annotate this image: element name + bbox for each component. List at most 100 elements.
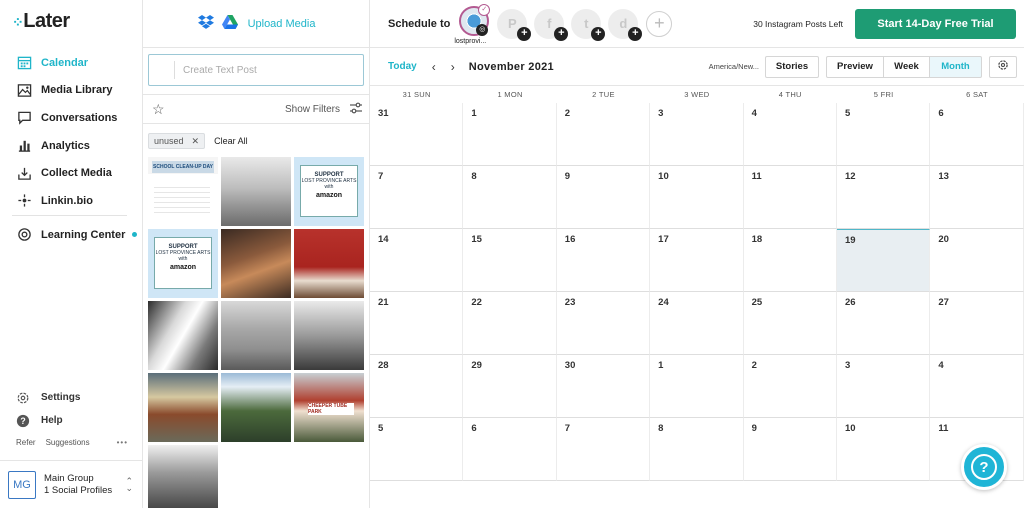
calendar-settings-button[interactable] [989, 55, 1017, 78]
close-icon[interactable]: ✕ [192, 136, 200, 147]
google-drive-icon[interactable] [221, 15, 238, 32]
calendar-day-cell[interactable]: 9 [743, 418, 837, 481]
calendar-day-cell[interactable]: 6 [930, 103, 1024, 166]
calendar-day-cell[interactable]: 9 [556, 166, 651, 229]
star-icon[interactable]: ☆ [152, 101, 165, 118]
sidebar-item-conversations[interactable]: Conversations [0, 104, 143, 132]
calendar-day-cell[interactable]: 3 [836, 355, 931, 418]
help-chat-button[interactable]: ? [961, 444, 1007, 490]
calendar-day-cell[interactable]: 10 [650, 166, 744, 229]
calendar-day-cell[interactable]: 7 [370, 166, 464, 229]
media-thumbnail[interactable] [294, 229, 364, 298]
media-thumbnail[interactable] [221, 373, 291, 442]
calendar-day-cell[interactable]: 31 [370, 103, 464, 166]
calendar-day-cell[interactable]: 17 [650, 229, 744, 292]
pinterest-add-button[interactable]: P + [497, 8, 532, 41]
calendar-day-cell[interactable]: 13 [930, 166, 1024, 229]
calendar-day-cell[interactable]: 25 [743, 292, 837, 355]
calendar-day-cell[interactable]: 29 [463, 355, 557, 418]
chevron-left-icon[interactable]: ‹ [432, 60, 436, 74]
create-text-post-input[interactable]: Create Text Post [148, 54, 364, 86]
suggestions-link[interactable]: Suggestions [46, 438, 90, 447]
calendar-day-cell[interactable]: 30 [556, 355, 651, 418]
calendar-day-cell[interactable]: 6 [463, 418, 557, 481]
calendar-day-cell[interactable]: 2 [556, 103, 651, 166]
calendar-day-cell[interactable]: 7 [556, 418, 651, 481]
media-thumbnail[interactable] [294, 301, 364, 370]
today-button[interactable]: Today [388, 61, 417, 72]
calendar-day-cell[interactable]: 19 [836, 229, 931, 292]
show-filters-button[interactable]: Show Filters [285, 104, 340, 115]
calendar-day-cell[interactable]: 21 [370, 292, 464, 355]
calendar-day-cell[interactable]: 20 [930, 229, 1024, 292]
media-thumbnail[interactable] [148, 445, 218, 508]
active-filters: unused ✕ Clear All [148, 133, 248, 149]
calendar-day-cell[interactable]: 5 [836, 103, 931, 166]
profile-avatar-instagram[interactable]: ✓ ◎ lostprovi... [454, 2, 491, 46]
calendar-day-cell[interactable]: 14 [370, 229, 464, 292]
media-thumbnail[interactable] [148, 373, 218, 442]
calendar-day-cell[interactable]: 16 [556, 229, 651, 292]
week-view-button[interactable]: Week [884, 55, 930, 78]
calendar-day-cell[interactable]: 5 [370, 418, 464, 481]
tiktok-add-button[interactable]: d + [608, 8, 643, 41]
calendar-day-cell[interactable]: 4 [930, 355, 1024, 418]
sidebar-item-analytics[interactable]: Analytics [0, 132, 143, 160]
media-thumbnail[interactable] [221, 301, 291, 370]
sidebar-item-calendar[interactable]: Calendar [0, 49, 143, 77]
sidebar-item-help[interactable]: ? Help [0, 409, 143, 432]
twitter-add-button[interactable]: t + [571, 8, 606, 41]
calendar-day-cell[interactable]: 1 [463, 103, 557, 166]
clear-all-button[interactable]: Clear All [214, 136, 248, 146]
preview-view-button[interactable]: Preview [826, 55, 884, 78]
calendar-day-cell[interactable]: 8 [650, 418, 744, 481]
calendar-day-cell[interactable]: 8 [463, 166, 557, 229]
sliders-icon[interactable] [350, 102, 362, 117]
upload-media-row[interactable]: Upload Media [143, 0, 369, 48]
timezone-selector[interactable]: America/New... [709, 62, 759, 71]
chevron-right-icon[interactable]: › [451, 60, 455, 74]
dropbox-icon[interactable] [197, 15, 214, 32]
sidebar-item-linkin-bio[interactable]: Linkin.bio [0, 187, 143, 215]
stories-button[interactable]: Stories [765, 55, 819, 78]
calendar-day-cell[interactable]: 10 [836, 418, 931, 481]
more-options-button[interactable]: ••• [117, 438, 128, 447]
calendar-day-cell[interactable]: 22 [463, 292, 557, 355]
upload-media-link[interactable]: Upload Media [248, 18, 316, 30]
calendar-day-cell[interactable]: 26 [836, 292, 931, 355]
media-thumbnail[interactable]: SCHOOL CLEAN-UP DAY [148, 157, 218, 226]
media-thumbnail[interactable]: CHEEPER TUBE PARK [294, 373, 364, 442]
sidebar-item-learning-center[interactable]: Learning Center [0, 221, 143, 249]
calendar-day-cell[interactable]: 27 [930, 292, 1024, 355]
calendar-day-cell[interactable]: 3 [650, 103, 744, 166]
calendar-day-cell[interactable]: 18 [743, 229, 837, 292]
media-thumbnail[interactable]: SUPPORT LOST PROVINCE ARTS with amazon [148, 229, 218, 298]
group-switcher[interactable]: MG Main Group 1 Social Profiles ⌃ ⌄ [0, 460, 143, 508]
media-thumbnail[interactable] [221, 157, 291, 226]
filter-tag-label: unused [154, 136, 184, 146]
media-thumbnail[interactable]: SUPPORT LOST PROVINCE ARTS with amazon [294, 157, 364, 226]
calendar-day-cell[interactable]: 24 [650, 292, 744, 355]
sidebar-item-media-library[interactable]: Media Library [0, 77, 143, 105]
filter-tag[interactable]: unused ✕ [148, 133, 206, 149]
later-logo[interactable]: ⁘Later [12, 10, 70, 33]
media-thumbnail[interactable] [148, 301, 218, 370]
calendar-day-cell[interactable]: 2 [743, 355, 837, 418]
sidebar-item-collect-media[interactable]: Collect Media [0, 159, 143, 187]
month-view-button[interactable]: Month [930, 55, 982, 78]
refer-link[interactable]: Refer [16, 438, 36, 447]
profile-name: lostprovi... [454, 37, 487, 45]
calendar-day-cell[interactable]: 12 [836, 166, 931, 229]
calendar-day-cell[interactable]: 23 [556, 292, 651, 355]
media-thumbnail[interactable] [221, 229, 291, 298]
sidebar-item-settings[interactable]: Settings [0, 386, 143, 409]
calendar-weeks: 31 1 2 3 4 5 6 7 8 9 10 11 12 13 14 15 16 17 18 19 20 21 22 23 2… [370, 103, 1024, 481]
calendar-day-cell[interactable]: 1 [650, 355, 744, 418]
calendar-day-cell[interactable]: 11 [743, 166, 837, 229]
calendar-day-cell[interactable]: 4 [743, 103, 837, 166]
facebook-add-button[interactable]: f + [534, 8, 569, 41]
add-profile-button[interactable]: + [646, 10, 673, 37]
start-free-trial-button[interactable]: Start 14-Day Free Trial [855, 8, 1016, 39]
calendar-day-cell[interactable]: 28 [370, 355, 464, 418]
calendar-day-cell[interactable]: 15 [463, 229, 557, 292]
